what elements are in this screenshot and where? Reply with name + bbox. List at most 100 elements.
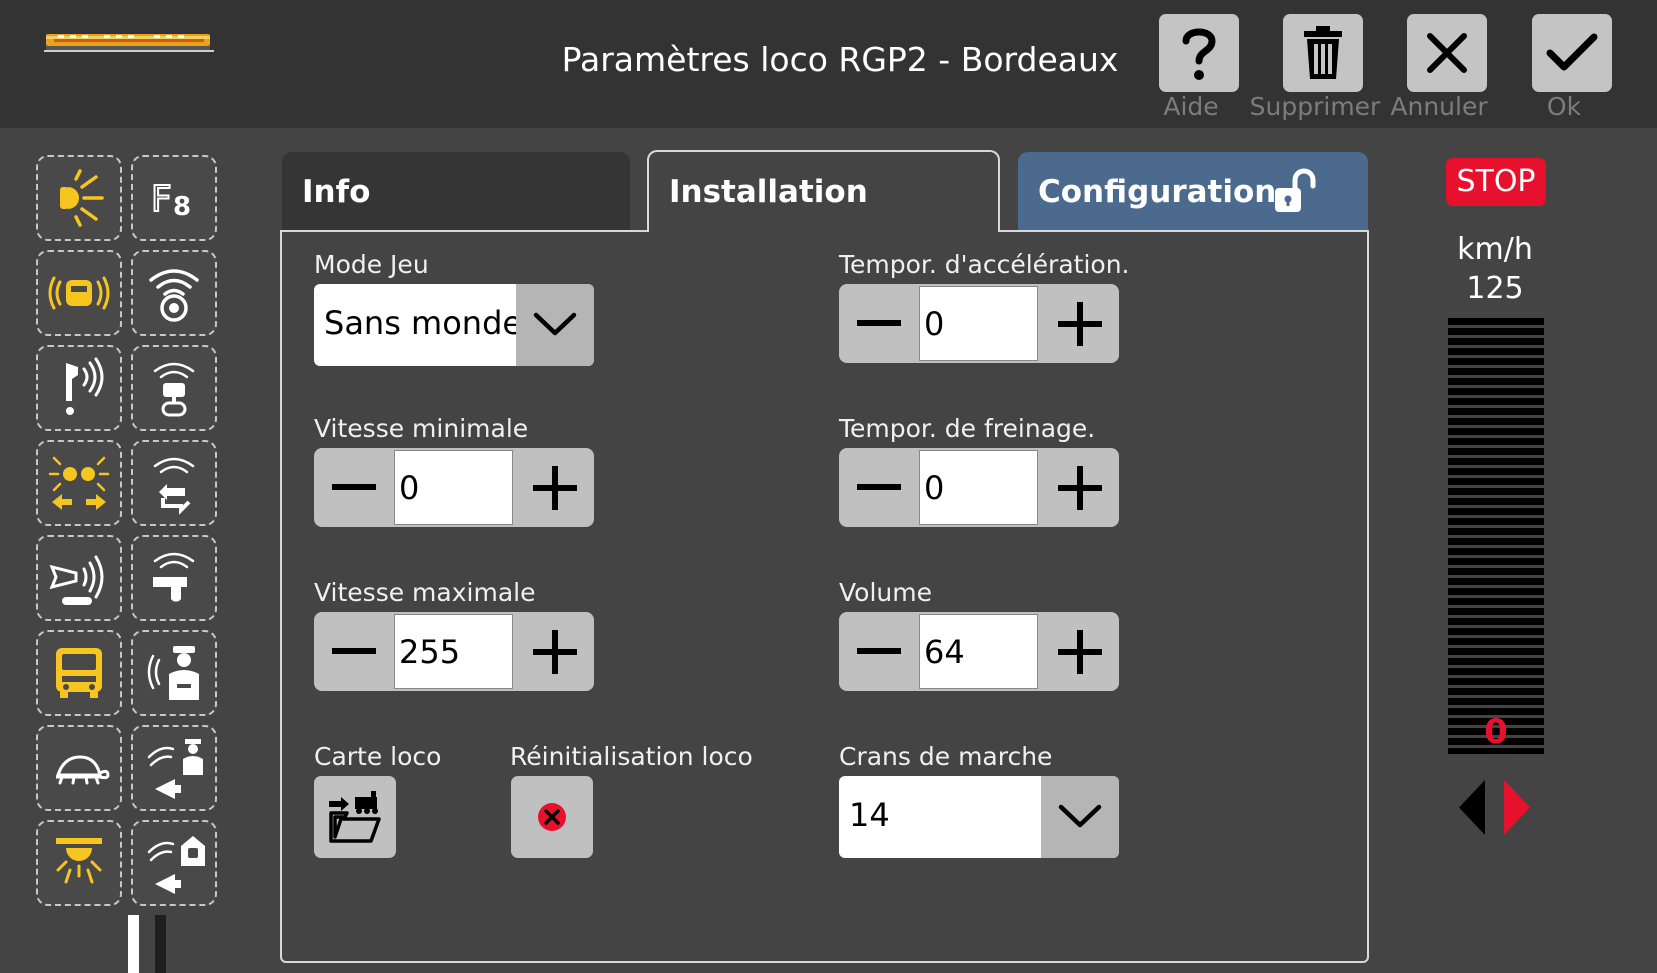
- minus-icon: [856, 319, 901, 326]
- tab-installation[interactable]: Installation: [647, 150, 1000, 232]
- page-title: Paramètres loco RGP2 - Bordeaux: [561, 40, 1119, 79]
- reinit-loco-label: Réinitialisation loco: [510, 742, 753, 771]
- conductor-icon: [147, 646, 199, 700]
- speed-slider[interactable]: [1448, 318, 1544, 754]
- tempo-accel-label: Tempor. d'accélération.: [839, 250, 1130, 279]
- function-button-station-announce[interactable]: [131, 820, 217, 906]
- function-button-sound-speaker[interactable]: [131, 250, 217, 336]
- tempo-accel-decrement-button[interactable]: [839, 284, 918, 363]
- vitesse-min-label: Vitesse minimale: [314, 414, 529, 443]
- cabin-light-icon: [56, 838, 102, 884]
- function-button-conductor-announce[interactable]: [131, 725, 217, 811]
- top-bar: Paramètres loco RGP2 - Bordeaux Aide Sup…: [0, 0, 1657, 128]
- function-button-sound-loco[interactable]: [36, 250, 122, 336]
- vitesse-min-increment-button[interactable]: [515, 448, 594, 527]
- minus-icon: [856, 483, 901, 490]
- tab-installation-label: Installation: [669, 174, 868, 210]
- stop-button[interactable]: STOP: [1446, 158, 1546, 206]
- function-button-cabin-light[interactable]: [36, 820, 122, 906]
- carte-loco-label: Carte loco: [314, 742, 442, 771]
- tempo-accel-input[interactable]: 0: [919, 286, 1038, 361]
- vitesse-min-decrement-button[interactable]: [314, 448, 393, 527]
- crans-select[interactable]: 14: [839, 776, 1119, 858]
- speed-unit: km/h: [1457, 232, 1533, 267]
- delete-button[interactable]: Supprimer: [1250, 12, 1380, 127]
- unlock-icon: [1275, 168, 1316, 212]
- reset-x-icon: [538, 803, 566, 831]
- sound-driver-icon: [153, 362, 195, 417]
- sound-speaker-icon: [149, 269, 199, 322]
- tempo-frein-decrement-button[interactable]: [839, 448, 918, 527]
- tempo-accel-increment-button[interactable]: [1040, 284, 1119, 363]
- mode-jeu-select[interactable]: Sans monde: [314, 284, 594, 366]
- mode-jeu-dropdown-button[interactable]: [516, 284, 594, 366]
- tempo-frein-increment-button[interactable]: [1040, 448, 1119, 527]
- svg-text:F: F: [151, 179, 172, 220]
- help-button[interactable]: Aide: [1128, 12, 1254, 127]
- tempo-frein-stepper: 0: [839, 448, 1119, 527]
- sound-switch-icon: [153, 457, 195, 515]
- carte-loco-button[interactable]: [314, 776, 396, 858]
- vitesse-max-stepper: 255: [314, 612, 594, 691]
- vitesse-max-decrement-button[interactable]: [314, 612, 393, 691]
- function-button-cabin-front[interactable]: [36, 630, 122, 716]
- direction-reverse-icon[interactable]: [1457, 780, 1487, 835]
- tab-info[interactable]: Info: [282, 152, 630, 232]
- plus-icon: [532, 629, 577, 674]
- mode-jeu-label: Mode Jeu: [314, 250, 429, 279]
- plus-icon: [1057, 465, 1102, 510]
- close-icon: [1427, 33, 1467, 73]
- plus-icon: [1057, 301, 1102, 346]
- function-button-sound-driver[interactable]: [131, 345, 217, 431]
- chevron-down-icon: [1058, 804, 1102, 828]
- volume-increment-button[interactable]: [1040, 612, 1119, 691]
- svg-text:8: 8: [173, 192, 191, 222]
- cancel-button[interactable]: Annuler: [1376, 12, 1502, 127]
- tempo-frein-input[interactable]: 0: [919, 450, 1038, 525]
- function-button-turtle-shunting[interactable]: [36, 725, 122, 811]
- plus-icon: [1057, 629, 1102, 674]
- function-scroll-indicator[interactable]: [128, 915, 139, 973]
- tempo-accel-stepper: 0: [839, 284, 1119, 363]
- vitesse-min-input[interactable]: 0: [394, 450, 513, 525]
- sound-whistle-icon: [153, 552, 195, 602]
- volume-stepper: 64: [839, 612, 1119, 691]
- function-button-sound-switch[interactable]: [131, 440, 217, 526]
- tab-configuration-label: Configuration: [1038, 174, 1277, 210]
- horn-icon: [49, 555, 104, 605]
- function-button-sound-whistle[interactable]: [131, 535, 217, 621]
- speed-max: 125: [1466, 271, 1524, 306]
- vitesse-max-increment-button[interactable]: [515, 612, 594, 691]
- question-icon: [1182, 28, 1216, 80]
- headlight-icon: [60, 169, 104, 227]
- trash-icon: [1304, 26, 1342, 79]
- f8-icon: F 8: [150, 178, 191, 222]
- loco-thumbnail-icon: [44, 34, 214, 52]
- crans-dropdown-button[interactable]: [1041, 776, 1119, 858]
- volume-decrement-button[interactable]: [839, 612, 918, 691]
- function-button-headlight[interactable]: [36, 155, 122, 241]
- function-button-conductor[interactable]: [131, 630, 217, 716]
- delete-label: Supprimer: [1249, 92, 1381, 121]
- function-button-light-direction[interactable]: [36, 440, 122, 526]
- station-announce-icon: [147, 836, 205, 894]
- help-label: Aide: [1163, 92, 1219, 121]
- chevron-down-icon: [533, 312, 577, 336]
- volume-label: Volume: [839, 578, 932, 607]
- ok-button[interactable]: Ok: [1501, 12, 1627, 127]
- crans-label: Crans de marche: [839, 742, 1053, 771]
- plus-icon: [532, 465, 577, 510]
- volume-input[interactable]: 64: [919, 614, 1038, 689]
- function-button-horn[interactable]: [36, 535, 122, 621]
- reinit-loco-button[interactable]: [511, 776, 593, 858]
- ok-label: Ok: [1546, 92, 1582, 121]
- mode-jeu-value: Sans monde: [324, 304, 523, 342]
- vitesse-max-input[interactable]: 255: [394, 614, 513, 689]
- cabin-front-icon: [56, 648, 102, 698]
- horn-signal-icon: [66, 357, 104, 415]
- function-button-horn-signal[interactable]: [36, 345, 122, 431]
- tempo-frein-label: Tempor. de freinage.: [839, 414, 1096, 443]
- direction-forward-icon[interactable]: [1502, 780, 1532, 835]
- conductor-announce-icon: [147, 739, 203, 799]
- function-button-f8[interactable]: F 8: [131, 155, 217, 241]
